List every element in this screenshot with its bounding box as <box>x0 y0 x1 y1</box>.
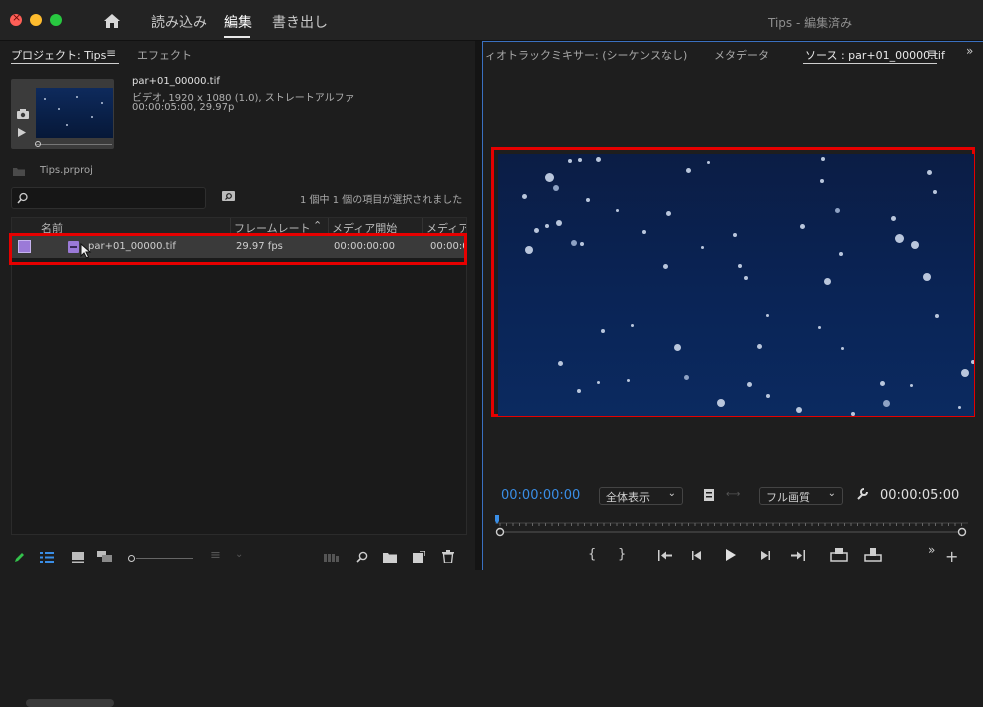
wrench-icon[interactable] <box>855 487 869 501</box>
mark-in-button[interactable]: { <box>588 547 596 562</box>
mark-out-button[interactable]: } <box>618 547 626 562</box>
search-input[interactable] <box>11 187 206 209</box>
tab-source[interactable]: ソース : par+01_00000.tif <box>805 47 945 63</box>
highlight-video-preview <box>491 147 975 417</box>
project-file-name: Tips.prproj <box>40 165 93 176</box>
window-title: Tips - 編集済み <box>768 16 853 30</box>
thumbnail-scrubber-handle[interactable] <box>35 141 41 147</box>
search-icon <box>17 192 28 204</box>
list-view-icon[interactable] <box>40 552 54 563</box>
chevron-down-icon: ⌄ <box>827 488 836 499</box>
more-controls-icon[interactable]: » <box>928 543 935 557</box>
duration-timecode: 00:00:05:00 <box>880 488 960 503</box>
nav-edit[interactable]: 編集 <box>224 12 252 32</box>
video-preview[interactable] <box>498 154 974 416</box>
tab-effects[interactable]: エフェクト <box>137 47 192 63</box>
nav-active-indicator <box>224 36 250 38</box>
tab-project[interactable]: プロジェクト: Tips <box>11 47 106 63</box>
add-button-icon[interactable]: + <box>945 547 958 566</box>
maximize-window-button[interactable] <box>50 14 62 26</box>
top-bar: × 読み込み 編集 書き出し Tips - 編集済み <box>0 0 983 41</box>
zoom-dropdown-value: 全体表示 <box>606 491 650 504</box>
minimize-window-button[interactable] <box>30 14 42 26</box>
clip-thumbnail <box>36 88 113 138</box>
camera-icon[interactable] <box>16 108 30 119</box>
tab-active-underline <box>803 63 937 64</box>
icon-view-icon[interactable] <box>72 552 84 563</box>
tab-metadata[interactable]: メタデータ <box>714 47 769 63</box>
play-icon[interactable] <box>725 548 737 562</box>
zoom-slider-handle[interactable] <box>128 555 135 562</box>
zoom-slider-track[interactable] <box>136 558 193 559</box>
automate-to-sequence-icon[interactable] <box>324 553 340 563</box>
step-forward-icon[interactable] <box>758 550 771 561</box>
source-panel-menu-icon[interactable]: ≡ <box>927 46 937 60</box>
tab-audio-track-mixer[interactable]: ィオトラックミキサー: (シーケンスなし) <box>485 47 687 63</box>
trash-icon[interactable] <box>442 550 454 563</box>
clip-settings-icon[interactable] <box>703 488 715 502</box>
horizontal-scrollbar[interactable] <box>26 699 114 707</box>
panel-divider[interactable] <box>475 41 482 570</box>
playback-quality-dropdown[interactable]: フル画質 ⌄ <box>759 487 843 505</box>
clip-name: par+01_00000.tif <box>132 76 220 87</box>
step-back-icon[interactable] <box>691 550 704 561</box>
quality-dropdown-value: フル画質 <box>766 491 810 504</box>
overwrite-icon[interactable] <box>864 547 882 562</box>
sort-dropdown-chevron-icon[interactable]: ⌄ <box>235 549 243 560</box>
new-search-bin-icon[interactable] <box>221 189 236 202</box>
tab-active-underline <box>11 63 119 64</box>
new-bin-icon[interactable] <box>383 552 397 563</box>
project-panel: プロジェクト: Tips ≡ エフェクト par+01_00000.tif ビデ… <box>0 41 475 707</box>
selection-status: 1 個中 1 個の項目が選択されました <box>300 195 463 206</box>
nav-export[interactable]: 書き出し <box>272 12 328 32</box>
clip-info-duration: 00:00:05:00, 29.97p <box>132 102 235 113</box>
play-thumbnail-icon[interactable] <box>17 127 27 138</box>
source-monitor-panel: ィオトラックミキサー: (シーケンスなし) メタデータ ソース : par+01… <box>482 41 983 570</box>
nav-import[interactable]: 読み込み <box>151 12 207 32</box>
time-ruler[interactable] <box>492 513 972 539</box>
go-to-in-icon[interactable] <box>657 550 673 561</box>
freeform-view-icon[interactable] <box>97 551 113 563</box>
go-to-out-icon[interactable] <box>790 550 806 561</box>
current-timecode[interactable]: 00:00:00:00 <box>501 488 580 503</box>
chevron-down-icon: ⌄ <box>667 488 676 499</box>
thumbnail-scrubber[interactable] <box>36 144 112 145</box>
sort-icons-icon[interactable]: ≡ <box>210 548 221 563</box>
insert-icon[interactable] <box>830 547 848 562</box>
drag-video-only-icon[interactable]: ⟷ <box>726 489 740 500</box>
pencil-icon[interactable] <box>14 551 26 563</box>
new-item-icon[interactable] <box>413 551 425 563</box>
more-panels-icon[interactable]: » <box>966 44 973 58</box>
home-icon[interactable] <box>103 13 121 29</box>
highlight-clip-row <box>9 233 467 265</box>
project-folder-icon <box>13 168 25 176</box>
panel-menu-icon[interactable]: ≡ <box>106 46 116 60</box>
sort-ascending-icon[interactable]: ⌃ <box>313 219 322 232</box>
find-icon[interactable] <box>356 551 368 563</box>
zoom-dropdown[interactable]: 全体表示 ⌄ <box>599 487 683 505</box>
close-window-button[interactable]: × <box>10 11 22 26</box>
